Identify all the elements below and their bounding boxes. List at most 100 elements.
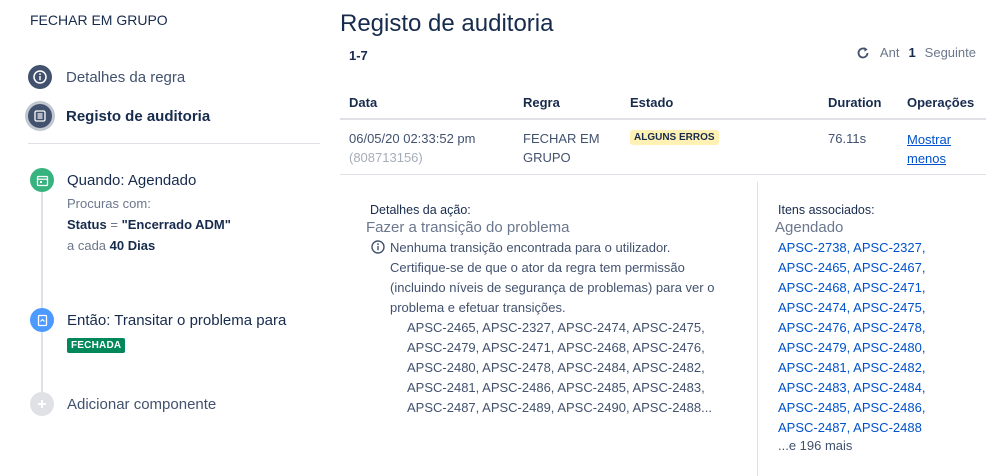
result-range: 1-7 bbox=[349, 48, 368, 63]
issue-link[interactable]: APSC-2488 bbox=[853, 420, 922, 435]
status-badge: ALGUNS ERROS bbox=[630, 130, 719, 145]
error-message-line: problema e efetuar transições. bbox=[390, 300, 566, 315]
info-icon bbox=[371, 240, 385, 257]
column-header-rule[interactable]: Regra bbox=[523, 95, 560, 110]
associated-row: APSC-2483, APSC-2484, bbox=[778, 378, 925, 398]
table-header-divider bbox=[340, 118, 986, 120]
issue-link[interactable]: APSC-2327 bbox=[853, 240, 922, 255]
issue-line: APSC-2465, APSC-2327, APSC-2474, APSC-24… bbox=[407, 320, 705, 335]
issue-link[interactable]: APSC-2465 bbox=[778, 260, 847, 275]
row-date: 06/05/20 02:33:52 pm bbox=[349, 131, 476, 146]
issue-link[interactable]: APSC-2474 bbox=[778, 300, 847, 315]
add-component-button[interactable]: Adicionar componente bbox=[67, 396, 216, 413]
target-status-badge: FECHADA bbox=[67, 338, 126, 353]
info-icon bbox=[28, 65, 52, 89]
row-rule-line2: GRUPO bbox=[523, 150, 571, 165]
issue-link[interactable]: APSC-2476 bbox=[778, 320, 847, 335]
trigger-interval: a cada 40 Dias bbox=[67, 238, 155, 253]
associated-row: APSC-2476, APSC-2478, bbox=[778, 318, 925, 338]
issue-link[interactable]: APSC-2487 bbox=[778, 420, 847, 435]
issue-separator: , bbox=[921, 380, 926, 395]
issue-link[interactable]: APSC-2482 bbox=[853, 360, 922, 375]
issue-line: APSC-2481, APSC-2486, APSC-2485, APSC-24… bbox=[407, 380, 705, 395]
nav-item-rule-details[interactable]: Detalhes da regra bbox=[28, 64, 185, 90]
associated-items-label: Itens associados: bbox=[778, 203, 875, 217]
next-page-link[interactable]: Seguinte bbox=[925, 45, 976, 60]
error-message-line: Certifique-se de que o ator da regra tem… bbox=[390, 260, 685, 275]
associated-row: APSC-2474, APSC-2475, bbox=[778, 298, 925, 318]
row-duration: 76.11s bbox=[828, 131, 867, 146]
trigger-title[interactable]: Quando: Agendado bbox=[67, 172, 196, 189]
issue-separator: , bbox=[921, 340, 926, 355]
show-less-line2[interactable]: menos bbox=[907, 151, 946, 166]
affected-issues: APSC-2465, APSC-2327, APSC-2474, APSC-24… bbox=[407, 318, 712, 418]
issue-link[interactable]: APSC-2468 bbox=[778, 280, 847, 295]
issue-separator: , bbox=[921, 300, 926, 315]
issue-link[interactable]: APSC-2475 bbox=[853, 300, 922, 315]
associated-items-list: APSC-2738, APSC-2327, APSC-2465, APSC-246… bbox=[778, 238, 925, 438]
issue-link[interactable]: APSC-2479 bbox=[778, 340, 847, 355]
list-icon bbox=[28, 104, 52, 128]
issue-link[interactable]: APSC-2467 bbox=[853, 260, 922, 275]
action-title[interactable]: Então: Transitar o problema para bbox=[67, 312, 286, 329]
issue-link[interactable]: APSC-2478 bbox=[853, 320, 922, 335]
more-items-count: ...e 196 mais bbox=[778, 438, 853, 453]
associated-row: APSC-2485, APSC-2486, bbox=[778, 398, 925, 418]
plus-icon[interactable] bbox=[30, 392, 54, 416]
jql-operator: = bbox=[106, 217, 122, 232]
rule-name: FECHAR EM GRUPO bbox=[30, 12, 168, 28]
issue-separator: , bbox=[921, 320, 926, 335]
associated-row: APSC-2468, APSC-2471, bbox=[778, 278, 925, 298]
issue-link[interactable]: APSC-2484 bbox=[853, 380, 922, 395]
issue-line: APSC-2480, APSC-2478, APSC-2484, APSC-24… bbox=[407, 360, 705, 375]
issue-separator: , bbox=[921, 280, 926, 295]
interval-prefix: a cada bbox=[67, 238, 110, 253]
prev-page-link[interactable]: Ant bbox=[880, 45, 900, 60]
issue-link[interactable]: APSC-2481 bbox=[778, 360, 847, 375]
issue-link[interactable]: APSC-2471 bbox=[853, 280, 922, 295]
associated-row: APSC-2481, APSC-2482, bbox=[778, 358, 925, 378]
row-rule-line1: FECHAR EM bbox=[523, 131, 600, 146]
issue-link[interactable]: APSC-2738 bbox=[778, 240, 847, 255]
current-page: 1 bbox=[908, 45, 916, 60]
associated-row: APSC-2479, APSC-2480, bbox=[778, 338, 925, 358]
issue-separator: , bbox=[921, 240, 926, 255]
issue-link[interactable]: APSC-2485 bbox=[778, 400, 847, 415]
details-divider bbox=[757, 182, 758, 476]
column-header-duration[interactable]: Duration bbox=[828, 95, 881, 110]
nav-label-audit-log: Registo de auditoria bbox=[66, 107, 211, 125]
associated-row: APSC-2738, APSC-2327, bbox=[778, 238, 925, 258]
transition-icon[interactable] bbox=[30, 308, 54, 332]
refresh-icon[interactable] bbox=[856, 46, 870, 60]
table-row-divider bbox=[340, 174, 986, 175]
issue-link[interactable]: APSC-2483 bbox=[778, 380, 847, 395]
sidebar-divider bbox=[28, 143, 320, 144]
issue-line: APSC-2487, APSC-2489, APSC-2490, APSC-24… bbox=[407, 400, 712, 415]
issue-link[interactable]: APSC-2480 bbox=[853, 340, 922, 355]
show-less-link[interactable]: Mostrar menos bbox=[907, 130, 951, 168]
associated-row: APSC-2487, APSC-2488 bbox=[778, 418, 925, 438]
jql-key: Status bbox=[67, 217, 107, 232]
nav-item-audit-log[interactable]: Registo de auditoria bbox=[28, 103, 210, 129]
page-title: Registo de auditoria bbox=[340, 10, 554, 37]
error-message: Nenhuma transição encontrada para o util… bbox=[390, 238, 752, 318]
trigger-jql: Status = "Encerrado ADM" bbox=[67, 217, 231, 232]
issue-line: APSC-2479, APSC-2471, APSC-2468, APSC-24… bbox=[407, 340, 705, 355]
issue-separator: , bbox=[921, 360, 926, 375]
error-message-line: (incluindo níveis de segurança de proble… bbox=[390, 280, 715, 295]
calendar-icon[interactable] bbox=[30, 168, 54, 192]
column-header-operations[interactable]: Operações bbox=[907, 95, 974, 110]
trigger-search-label: Procuras com: bbox=[67, 196, 151, 211]
nav-label-rule-details: Detalhes da regra bbox=[66, 68, 186, 86]
show-less-line1[interactable]: Mostrar bbox=[907, 132, 951, 147]
action-details-title: Fazer a transição do problema bbox=[366, 219, 570, 236]
issue-link[interactable]: APSC-2486 bbox=[853, 400, 922, 415]
issue-separator: , bbox=[921, 400, 926, 415]
associated-row: APSC-2465, APSC-2467, bbox=[778, 258, 925, 278]
column-header-date[interactable]: Data bbox=[349, 95, 377, 110]
error-message-line: Nenhuma transição encontrada para o util… bbox=[390, 240, 671, 255]
pagination: Ant 1 Seguinte bbox=[856, 45, 976, 60]
row-id: (808713156) bbox=[349, 150, 423, 165]
jql-value: "Encerrado ADM" bbox=[121, 217, 231, 232]
column-header-state[interactable]: Estado bbox=[630, 95, 673, 110]
